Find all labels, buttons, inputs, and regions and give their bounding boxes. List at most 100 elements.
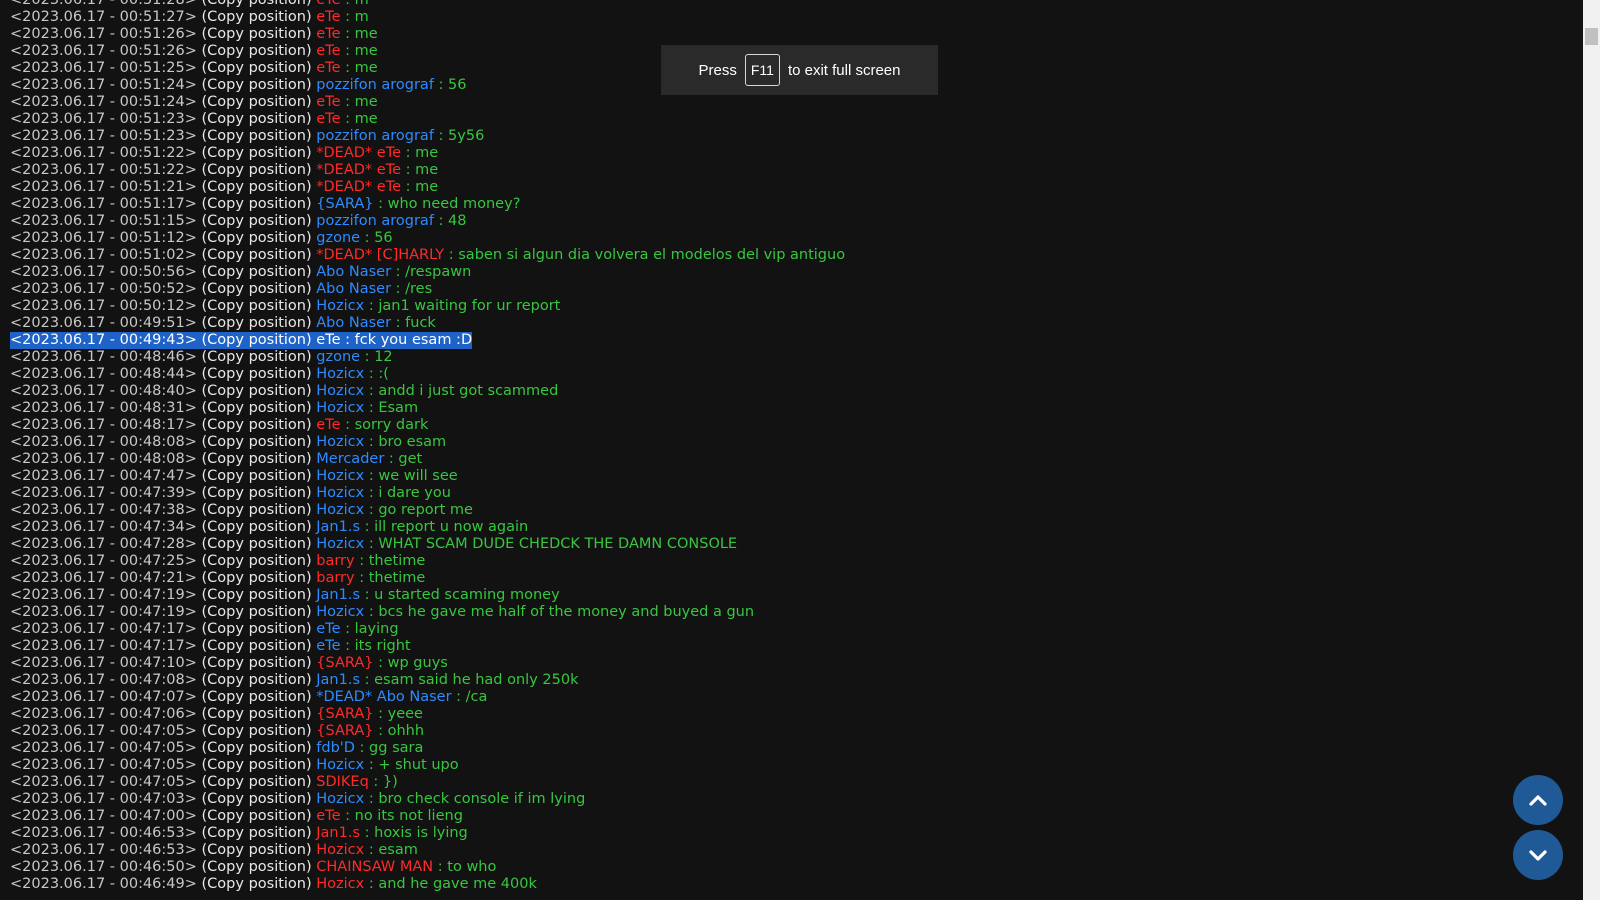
chat-line[interactable]: <2023.06.17 - 00:47:21> (Copy position) … xyxy=(10,570,1550,587)
chat-line[interactable]: <2023.06.17 - 00:51:17> (Copy position) … xyxy=(10,196,1550,213)
chat-line[interactable]: <2023.06.17 - 00:50:52> (Copy position) … xyxy=(10,281,1550,298)
copy-position-link[interactable]: (Copy position) xyxy=(202,536,312,552)
copy-position-link[interactable]: (Copy position) xyxy=(202,791,312,807)
chat-line[interactable]: <2023.06.17 - 00:48:31> (Copy position) … xyxy=(10,400,1550,417)
copy-position-link[interactable]: (Copy position) xyxy=(202,400,312,416)
chat-line[interactable]: <2023.06.17 - 00:47:17> (Copy position) … xyxy=(10,621,1550,638)
chat-line[interactable]: <2023.06.17 - 00:51:27> (Copy position) … xyxy=(10,9,1550,26)
copy-position-link[interactable]: (Copy position) xyxy=(202,825,312,841)
copy-position-link[interactable]: (Copy position) xyxy=(202,213,312,229)
copy-position-link[interactable]: (Copy position) xyxy=(202,587,312,603)
copy-position-link[interactable]: (Copy position) xyxy=(202,298,312,314)
copy-position-link[interactable]: (Copy position) xyxy=(202,553,312,569)
copy-position-link[interactable]: (Copy position) xyxy=(202,128,312,144)
copy-position-link[interactable]: (Copy position) xyxy=(202,332,312,348)
chat-line[interactable]: <2023.06.17 - 00:47:38> (Copy position) … xyxy=(10,502,1550,519)
copy-position-link[interactable]: (Copy position) xyxy=(202,247,312,263)
copy-position-link[interactable]: (Copy position) xyxy=(202,434,312,450)
copy-position-link[interactable]: (Copy position) xyxy=(202,655,312,671)
chat-line[interactable]: <2023.06.17 - 00:51:22> (Copy position) … xyxy=(10,145,1550,162)
chat-line[interactable]: <2023.06.17 - 00:47:00> (Copy position) … xyxy=(10,808,1550,825)
chat-line[interactable]: <2023.06.17 - 00:50:12> (Copy position) … xyxy=(10,298,1550,315)
copy-position-link[interactable]: (Copy position) xyxy=(202,604,312,620)
chat-line[interactable]: <2023.06.17 - 00:51:24> (Copy position) … xyxy=(10,94,1550,111)
copy-position-link[interactable]: (Copy position) xyxy=(202,740,312,756)
chat-line[interactable]: <2023.06.17 - 00:48:08> (Copy position) … xyxy=(10,434,1550,451)
scroll-up-button[interactable] xyxy=(1513,775,1563,825)
chat-line[interactable]: <2023.06.17 - 00:47:47> (Copy position) … xyxy=(10,468,1550,485)
scroll-down-button[interactable] xyxy=(1513,830,1563,880)
copy-position-link[interactable]: (Copy position) xyxy=(202,723,312,739)
copy-position-link[interactable]: (Copy position) xyxy=(202,570,312,586)
chat-line[interactable]: <2023.06.17 - 00:47:17> (Copy position) … xyxy=(10,638,1550,655)
chat-line[interactable]: <2023.06.17 - 00:49:43> (Copy position) … xyxy=(10,332,1550,349)
copy-position-link[interactable]: (Copy position) xyxy=(202,94,312,110)
chat-line[interactable]: <2023.06.17 - 00:47:28> (Copy position) … xyxy=(10,536,1550,553)
copy-position-link[interactable]: (Copy position) xyxy=(202,621,312,637)
chat-line[interactable]: <2023.06.17 - 00:47:05> (Copy position) … xyxy=(10,757,1550,774)
copy-position-link[interactable]: (Copy position) xyxy=(202,383,312,399)
chat-line[interactable]: <2023.06.17 - 00:51:02> (Copy position) … xyxy=(10,247,1550,264)
chat-line[interactable]: <2023.06.17 - 00:48:44> (Copy position) … xyxy=(10,366,1550,383)
copy-position-link[interactable]: (Copy position) xyxy=(202,417,312,433)
copy-position-link[interactable]: (Copy position) xyxy=(202,111,312,127)
chat-line[interactable]: <2023.06.17 - 00:47:19> (Copy position) … xyxy=(10,604,1550,621)
copy-position-link[interactable]: (Copy position) xyxy=(202,757,312,773)
copy-position-link[interactable]: (Copy position) xyxy=(202,349,312,365)
copy-position-link[interactable]: (Copy position) xyxy=(202,451,312,467)
copy-position-link[interactable]: (Copy position) xyxy=(202,77,312,93)
copy-position-link[interactable]: (Copy position) xyxy=(202,808,312,824)
chat-line[interactable]: <2023.06.17 - 00:47:03> (Copy position) … xyxy=(10,791,1550,808)
copy-position-link[interactable]: (Copy position) xyxy=(202,145,312,161)
chat-line[interactable]: <2023.06.17 - 00:48:40> (Copy position) … xyxy=(10,383,1550,400)
copy-position-link[interactable]: (Copy position) xyxy=(202,264,312,280)
copy-position-link[interactable]: (Copy position) xyxy=(202,519,312,535)
chat-line[interactable]: <2023.06.17 - 00:51:26> (Copy position) … xyxy=(10,26,1550,43)
chat-line[interactable]: <2023.06.17 - 00:51:23> (Copy position) … xyxy=(10,128,1550,145)
copy-position-link[interactable]: (Copy position) xyxy=(202,859,312,875)
chat-line[interactable]: <2023.06.17 - 00:46:49> (Copy position) … xyxy=(10,876,1550,893)
copy-position-link[interactable]: (Copy position) xyxy=(202,281,312,297)
chat-line[interactable]: <2023.06.17 - 00:46:53> (Copy position) … xyxy=(10,842,1550,859)
copy-position-link[interactable]: (Copy position) xyxy=(202,26,312,42)
chat-line[interactable]: <2023.06.17 - 00:47:05> (Copy position) … xyxy=(10,774,1550,791)
copy-position-link[interactable]: (Copy position) xyxy=(202,876,312,892)
chat-line[interactable]: <2023.06.17 - 00:46:53> (Copy position) … xyxy=(10,825,1550,842)
chat-line[interactable]: <2023.06.17 - 00:47:05> (Copy position) … xyxy=(10,740,1550,757)
scrollbar-thumb[interactable] xyxy=(1585,28,1598,45)
vertical-scrollbar[interactable] xyxy=(1583,0,1600,900)
copy-position-link[interactable]: (Copy position) xyxy=(202,196,312,212)
chat-line[interactable]: <2023.06.17 - 00:51:15> (Copy position) … xyxy=(10,213,1550,230)
chat-line[interactable]: <2023.06.17 - 00:51:28> (Copy position) … xyxy=(10,0,1550,9)
chat-line[interactable]: <2023.06.17 - 00:51:12> (Copy position) … xyxy=(10,230,1550,247)
copy-position-link[interactable]: (Copy position) xyxy=(202,179,312,195)
copy-position-link[interactable]: (Copy position) xyxy=(202,9,312,25)
chat-line[interactable]: <2023.06.17 - 00:47:05> (Copy position) … xyxy=(10,723,1550,740)
copy-position-link[interactable]: (Copy position) xyxy=(202,706,312,722)
copy-position-link[interactable]: (Copy position) xyxy=(202,485,312,501)
copy-position-link[interactable]: (Copy position) xyxy=(202,43,312,59)
copy-position-link[interactable]: (Copy position) xyxy=(202,638,312,654)
copy-position-link[interactable]: (Copy position) xyxy=(202,315,312,331)
chat-line[interactable]: <2023.06.17 - 00:47:34> (Copy position) … xyxy=(10,519,1550,536)
chat-line[interactable]: <2023.06.17 - 00:48:08> (Copy position) … xyxy=(10,451,1550,468)
chat-line[interactable]: <2023.06.17 - 00:46:50> (Copy position) … xyxy=(10,859,1550,876)
copy-position-link[interactable]: (Copy position) xyxy=(202,774,312,790)
chat-line[interactable]: <2023.06.17 - 00:47:19> (Copy position) … xyxy=(10,587,1550,604)
copy-position-link[interactable]: (Copy position) xyxy=(202,0,312,8)
chat-line[interactable]: <2023.06.17 - 00:49:51> (Copy position) … xyxy=(10,315,1550,332)
chat-line[interactable]: <2023.06.17 - 00:48:46> (Copy position) … xyxy=(10,349,1550,366)
chat-line[interactable]: <2023.06.17 - 00:51:22> (Copy position) … xyxy=(10,162,1550,179)
copy-position-link[interactable]: (Copy position) xyxy=(202,689,312,705)
copy-position-link[interactable]: (Copy position) xyxy=(202,162,312,178)
chat-line[interactable]: <2023.06.17 - 00:47:10> (Copy position) … xyxy=(10,655,1550,672)
copy-position-link[interactable]: (Copy position) xyxy=(202,842,312,858)
copy-position-link[interactable]: (Copy position) xyxy=(202,502,312,518)
chat-line[interactable]: <2023.06.17 - 00:47:06> (Copy position) … xyxy=(10,706,1550,723)
chat-line[interactable]: <2023.06.17 - 00:50:56> (Copy position) … xyxy=(10,264,1550,281)
chat-line[interactable]: <2023.06.17 - 00:51:23> (Copy position) … xyxy=(10,111,1550,128)
chat-line[interactable]: <2023.06.17 - 00:48:17> (Copy position) … xyxy=(10,417,1550,434)
copy-position-link[interactable]: (Copy position) xyxy=(202,60,312,76)
copy-position-link[interactable]: (Copy position) xyxy=(202,672,312,688)
copy-position-link[interactable]: (Copy position) xyxy=(202,230,312,246)
